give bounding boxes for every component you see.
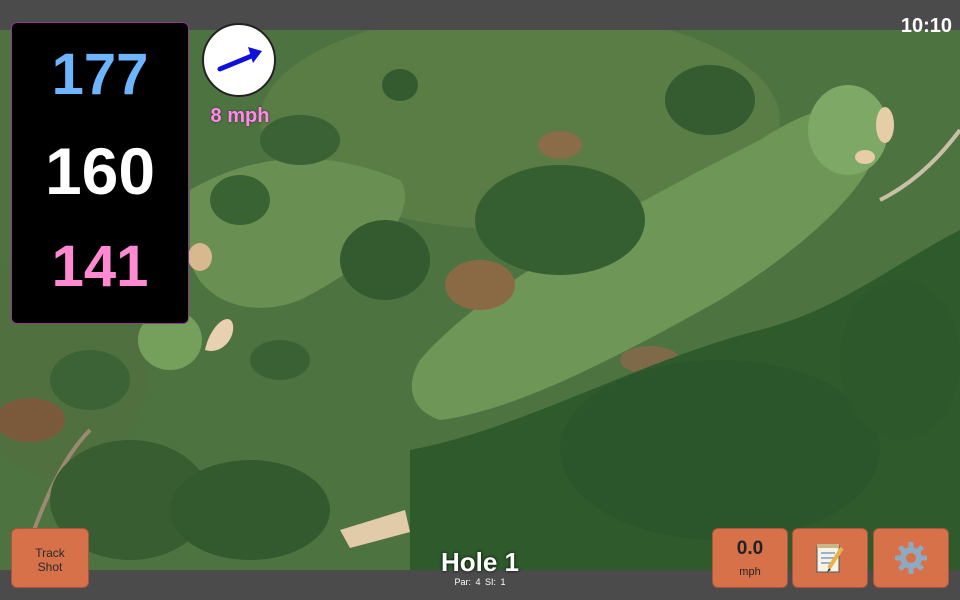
arrow-right-up-icon — [217, 47, 262, 72]
hole-par: Par: 4 — [454, 577, 481, 587]
notes-button[interactable] — [792, 528, 868, 588]
clock: 10:10 — [900, 15, 952, 37]
speed-button[interactable]: 0.0 mph — [712, 528, 788, 588]
front-distance: 141 — [51, 234, 149, 299]
wind-speed: 8 mph — [210, 105, 270, 127]
distance-panel: 177 160 141 — [11, 22, 189, 324]
hole-meta: Par: 4 SI: 1 — [380, 577, 580, 587]
settings-button[interactable] — [873, 528, 949, 588]
back-distance: 177 — [51, 42, 149, 107]
wind-dial — [202, 23, 276, 97]
speed-value: 0.0 — [736, 538, 764, 559]
speed-unit: mph — [739, 566, 761, 578]
hole-stroke-index: SI: 1 — [485, 577, 506, 587]
hole-title: Hole 1 — [440, 547, 520, 577]
notepad-icon — [816, 544, 844, 573]
center-distance: 160 — [44, 134, 156, 208]
gear-icon — [895, 542, 927, 574]
track-shot-button[interactable]: Track Shot — [11, 528, 89, 588]
track-shot-label: Track Shot — [35, 546, 65, 574]
